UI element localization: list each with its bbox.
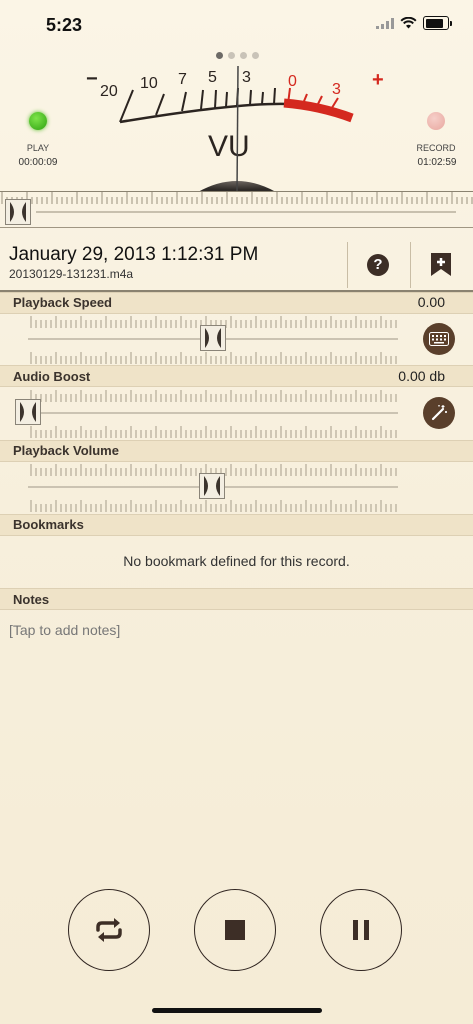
- bookmarks-empty-message: No bookmark defined for this record.: [123, 553, 350, 569]
- signal-icon: [376, 17, 394, 29]
- audio-boost-ruler: [30, 390, 397, 402]
- playback-speed-ruler-bottom: [30, 352, 397, 364]
- repeat-icon: [96, 918, 122, 942]
- meter-needle: [236, 65, 239, 192]
- timeline-divider: [0, 227, 473, 228]
- recording-title: January 29, 2013 1:12:31 PM: [9, 244, 259, 265]
- audio-boost-handle[interactable]: [15, 399, 41, 425]
- status-icons: [376, 16, 452, 30]
- meter-title: VU: [208, 130, 250, 163]
- page-dots[interactable]: [216, 52, 259, 59]
- status-time: 5:23: [46, 15, 83, 35]
- meter-label-10: 10: [140, 75, 158, 92]
- help-button[interactable]: ?: [367, 254, 389, 276]
- playback-speed-handle[interactable]: [200, 325, 226, 351]
- playback-speed-value: 0.00: [417, 294, 445, 310]
- vu-meter: − 20 10 7 5 3 0 3 + VU: [86, 65, 384, 192]
- repeat-button[interactable]: [68, 889, 150, 971]
- playback-speed-label: Playback Speed: [13, 295, 112, 310]
- notes-input[interactable]: [Tap to add notes]: [9, 622, 120, 638]
- page-dot[interactable]: [240, 52, 247, 59]
- home-indicator: [152, 1008, 322, 1013]
- meter-label-3: 3: [242, 69, 251, 86]
- title-separator: [347, 242, 348, 288]
- meter-label-20: 20: [100, 83, 118, 100]
- magic-wand-button[interactable]: [423, 397, 455, 429]
- page-dot[interactable]: [228, 52, 235, 59]
- battery-icon: [423, 16, 452, 30]
- pause-icon: [353, 920, 369, 940]
- pause-button[interactable]: [320, 889, 402, 971]
- record-led: [427, 112, 445, 130]
- notes-label: Notes: [13, 592, 50, 607]
- magic-wand-icon: [431, 405, 447, 421]
- keyboard-button[interactable]: [423, 323, 455, 355]
- playback-volume-handle[interactable]: [199, 473, 225, 499]
- audio-boost-track[interactable]: [28, 412, 398, 414]
- meter-plus: +: [372, 69, 384, 91]
- notes-header: [0, 588, 473, 610]
- stop-button[interactable]: [194, 889, 276, 971]
- meter-label-7: 7: [178, 71, 187, 88]
- page-dot[interactable]: [216, 52, 223, 59]
- meter-label-red-3: 3: [332, 81, 341, 98]
- hourglass-handle-icon: [204, 476, 220, 496]
- title-separator: [410, 242, 411, 288]
- hourglass-handle-icon: [10, 202, 26, 222]
- playback-volume-ruler-bottom: [30, 500, 397, 512]
- play-label: PLAY: [26, 143, 50, 153]
- meter-minus: −: [86, 68, 98, 90]
- stop-icon: [225, 920, 245, 940]
- keyboard-icon: [429, 332, 449, 346]
- timeline-scrubber-handle[interactable]: [5, 199, 31, 225]
- play-time: 00:00:09: [18, 157, 58, 168]
- hourglass-handle-icon: [20, 402, 36, 422]
- add-bookmark-button[interactable]: [430, 252, 452, 277]
- timeline-track[interactable]: [36, 211, 456, 213]
- record-label: RECORD: [416, 143, 456, 153]
- recording-filename: 20130129-131231.m4a: [9, 267, 134, 281]
- playback-volume-label: Playback Volume: [13, 443, 119, 458]
- play-led: [29, 112, 47, 130]
- meter-label-0: 0: [288, 73, 297, 90]
- page-dot[interactable]: [252, 52, 259, 59]
- audio-boost-value: 0.00 db: [398, 368, 445, 384]
- audio-boost-ruler-bottom: [30, 426, 397, 438]
- meter-label-5: 5: [208, 69, 217, 86]
- hourglass-handle-icon: [205, 328, 221, 348]
- wifi-icon: [400, 17, 417, 29]
- bookmarks-label: Bookmarks: [13, 517, 84, 532]
- record-time: 01:02:59: [417, 157, 457, 168]
- timeline-ruler: [1, 192, 473, 204]
- audio-boost-label: Audio Boost: [13, 369, 91, 384]
